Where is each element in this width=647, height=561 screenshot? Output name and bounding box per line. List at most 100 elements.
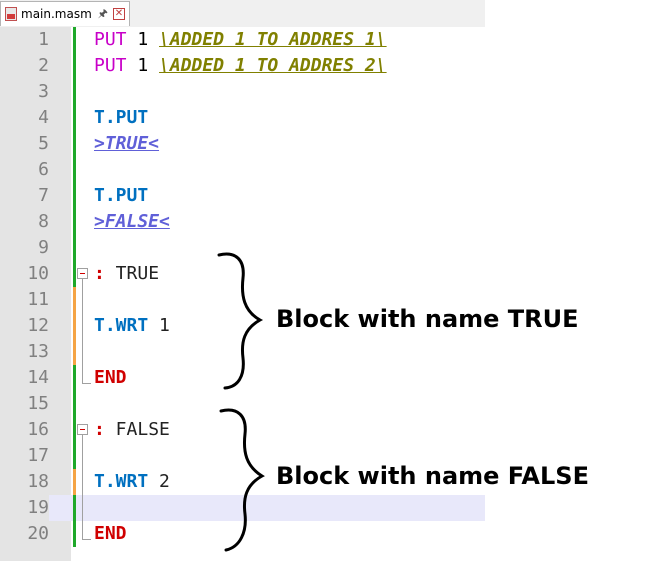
- change-marker: [73, 261, 76, 287]
- change-marker: [73, 157, 76, 183]
- line-number: 4: [0, 105, 49, 131]
- code-line[interactable]: 10: TRUE: [0, 261, 485, 287]
- change-marker: [73, 469, 76, 495]
- code-token: FALSE: [104, 419, 170, 440]
- code-line[interactable]: 6: [0, 157, 485, 183]
- line-number: 11: [0, 287, 49, 313]
- change-marker: [73, 339, 76, 365]
- code-token: :: [94, 419, 105, 440]
- code-text: T.WRT 1: [94, 313, 170, 339]
- change-marker: [73, 417, 76, 443]
- code-line[interactable]: 7 T.PUT: [0, 183, 485, 209]
- code-text: >TRUE<: [94, 131, 159, 157]
- line-number: 9: [0, 235, 49, 261]
- change-marker: [73, 79, 76, 105]
- code-text: T.WRT 2: [94, 469, 170, 495]
- code-line[interactable]: 13: [0, 339, 485, 365]
- pin-icon[interactable]: 🖈: [98, 5, 108, 24]
- code-token: T.PUT: [94, 107, 149, 128]
- code-line[interactable]: 19: [0, 495, 485, 521]
- file-icon: [5, 7, 17, 21]
- change-marker: [73, 131, 76, 157]
- code-token: 1: [148, 315, 170, 336]
- line-number: 2: [0, 53, 49, 79]
- code-token: \ADDED 1 TO ADDRES 1\: [159, 29, 387, 50]
- code-line[interactable]: 4 T.PUT: [0, 105, 485, 131]
- code-text: T.PUT: [94, 105, 148, 131]
- code-text: PUT 1 \ADDED 1 TO ADDRES 1\: [94, 27, 387, 53]
- line-number: 18: [0, 469, 49, 495]
- code-line[interactable]: 20 END: [0, 521, 485, 547]
- line-number: 1: [0, 27, 49, 53]
- fold-toggle-false[interactable]: [77, 424, 88, 435]
- line-number: 8: [0, 209, 49, 235]
- code-token: T.WRT: [94, 471, 149, 492]
- code-line[interactable]: 2 PUT 1 \ADDED 1 TO ADDRES 2\: [0, 53, 485, 79]
- tab-main-masm[interactable]: main.masm 🖈 ✕: [0, 1, 130, 26]
- code-line[interactable]: 5 >TRUE<: [0, 131, 485, 157]
- tab-bar: main.masm 🖈 ✕: [0, 0, 485, 28]
- fold-end-true: [82, 383, 91, 384]
- change-marker: [73, 521, 76, 547]
- line-number: 16: [0, 417, 49, 443]
- line-number: 5: [0, 131, 49, 157]
- change-marker: [73, 287, 76, 313]
- close-icon[interactable]: ✕: [112, 8, 125, 20]
- line-number: 7: [0, 183, 49, 209]
- line-number: 19: [0, 495, 49, 521]
- code-line[interactable]: 3: [0, 79, 485, 105]
- fold-guide-false: [82, 435, 83, 539]
- code-text: END: [94, 521, 127, 547]
- line-number: 10: [0, 261, 49, 287]
- change-marker: [73, 495, 76, 521]
- code-text: T.PUT: [94, 183, 148, 209]
- code-token: 1: [126, 55, 160, 76]
- code-token: >TRUE<: [94, 133, 160, 154]
- change-marker: [73, 105, 76, 131]
- code-token: END: [94, 367, 127, 388]
- code-token: :: [94, 263, 105, 284]
- line-number: 3: [0, 79, 49, 105]
- code-line[interactable]: 14 END: [0, 365, 485, 391]
- annotation-false-block: Block with name FALSE: [276, 462, 589, 490]
- code-text: : FALSE: [94, 417, 170, 443]
- line-number: 15: [0, 391, 49, 417]
- fold-toggle-true[interactable]: [77, 268, 88, 279]
- code-token: PUT: [94, 29, 127, 50]
- code-line[interactable]: 9: [0, 235, 485, 261]
- code-text: : TRUE: [94, 261, 159, 287]
- line-number: 20: [0, 521, 49, 547]
- line-number: 6: [0, 157, 49, 183]
- change-marker: [73, 443, 76, 469]
- change-marker: [73, 53, 76, 79]
- code-token: 1: [126, 29, 160, 50]
- change-marker: [73, 313, 76, 339]
- change-marker: [73, 209, 76, 235]
- code-line[interactable]: 16: FALSE: [0, 417, 485, 443]
- code-text: >FALSE<: [94, 209, 170, 235]
- code-line[interactable]: 8 >FALSE<: [0, 209, 485, 235]
- code-line[interactable]: 1 PUT 1 \ADDED 1 TO ADDRES 1\: [0, 27, 485, 53]
- fold-guide-true: [82, 279, 83, 383]
- change-marker: [73, 183, 76, 209]
- code-token: TRUE: [104, 263, 160, 284]
- code-text: END: [94, 365, 127, 391]
- line-number: 17: [0, 443, 49, 469]
- fold-end-false: [82, 539, 91, 540]
- code-token: >FALSE<: [94, 211, 170, 232]
- line-number: 14: [0, 365, 49, 391]
- code-token: END: [94, 523, 127, 544]
- change-marker: [73, 235, 76, 261]
- code-line[interactable]: 15: [0, 391, 485, 417]
- tab-label: main.masm: [21, 7, 92, 21]
- code-token: PUT: [94, 55, 127, 76]
- code-token: 2: [148, 471, 170, 492]
- line-number: 12: [0, 313, 49, 339]
- line-number: 13: [0, 339, 49, 365]
- code-text: PUT 1 \ADDED 1 TO ADDRES 2\: [94, 53, 387, 79]
- change-marker: [73, 365, 76, 391]
- change-marker: [73, 27, 76, 53]
- code-token: T.PUT: [94, 185, 149, 206]
- annotation-true-block: Block with name TRUE: [276, 305, 579, 333]
- code-token: T.WRT: [94, 315, 149, 336]
